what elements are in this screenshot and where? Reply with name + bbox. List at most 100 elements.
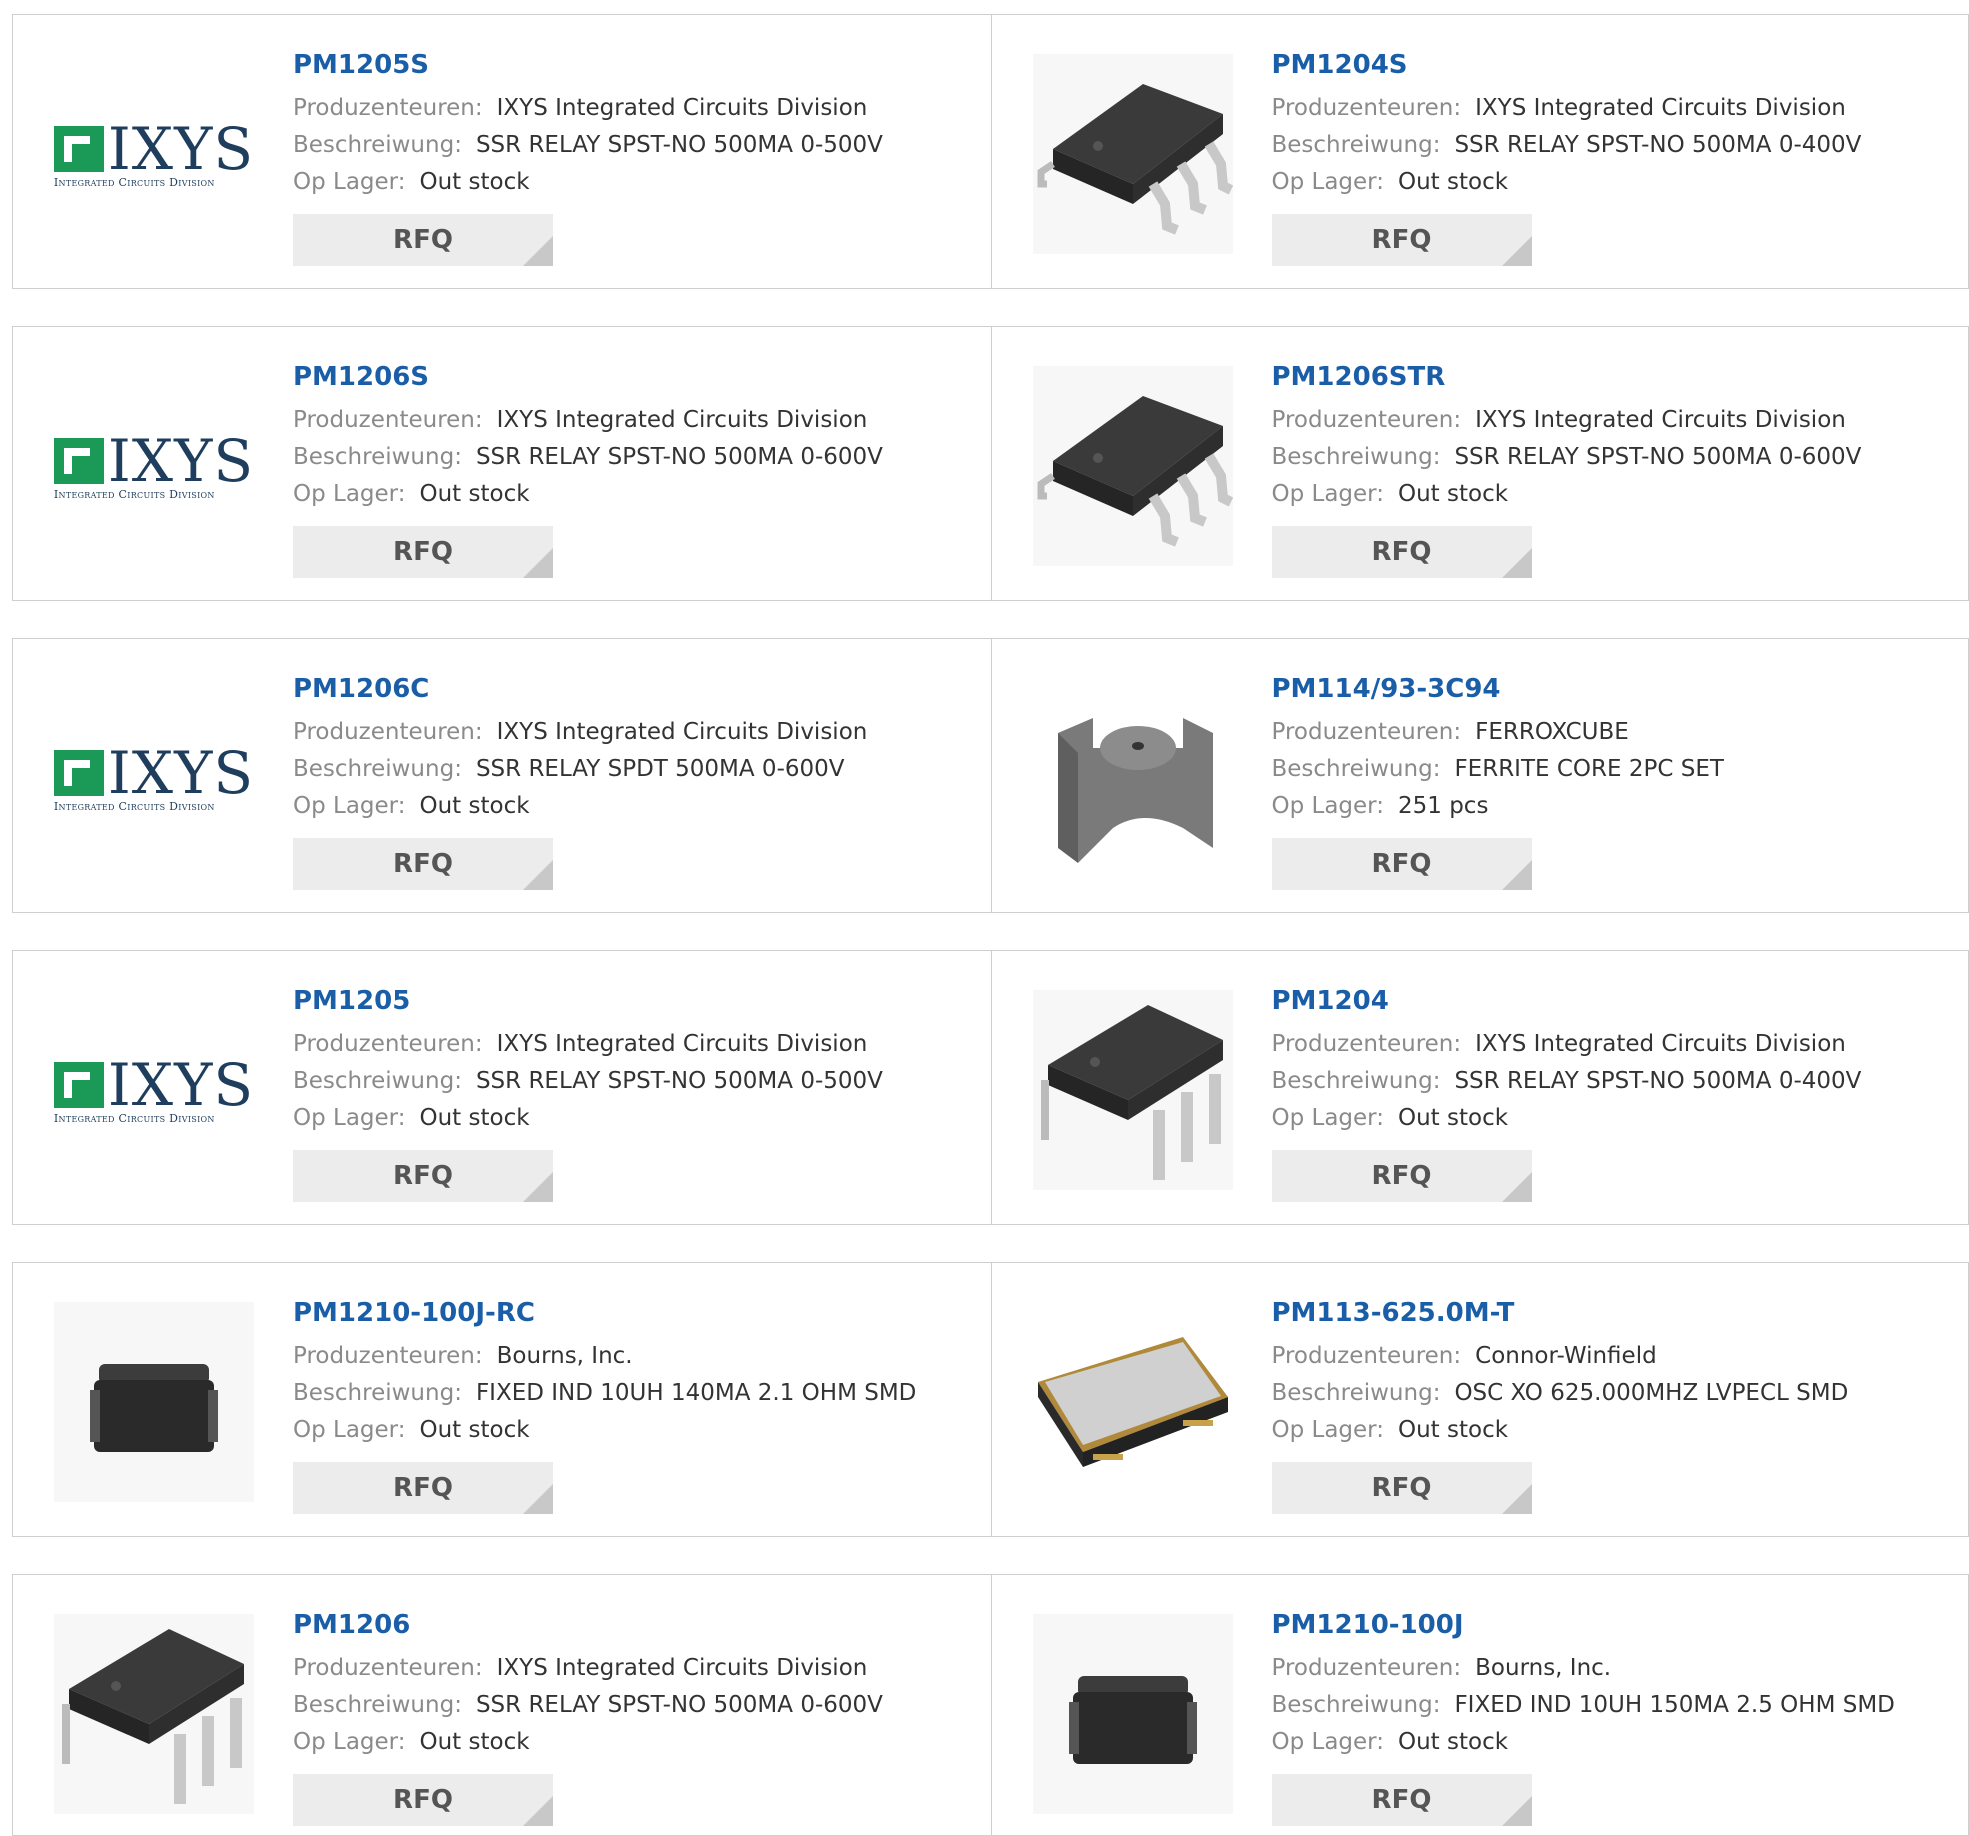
manufacturer-line: Produzenteuren: Connor-Winfield bbox=[1272, 1338, 1952, 1375]
manufacturer-line: Produzenteuren: IXYS Integrated Circuits … bbox=[1272, 402, 1952, 439]
description-label: Beschreiwung: bbox=[1271, 1692, 1441, 1718]
rfq-button[interactable]: RFQ bbox=[293, 1462, 553, 1514]
description-label: Beschreiwung: bbox=[1271, 1380, 1441, 1406]
description-line: Beschreiwung: FIXED IND 10UH 140MA 2.1 OH… bbox=[293, 1375, 973, 1412]
stock-label: Op Lager: bbox=[1271, 481, 1384, 507]
description-value: SSR RELAY SPST-NO 500MA 0-600V bbox=[475, 1692, 883, 1718]
product-card: IXYS Integrated Circuits Division PM1206S P… bbox=[13, 327, 991, 600]
description-line: Beschreiwung: SSR RELAY SPST-NO 500MA 0-6… bbox=[293, 1687, 973, 1724]
product-part-link[interactable]: PM1204 bbox=[1272, 981, 1952, 1021]
product-part-link[interactable]: PM1206C bbox=[293, 669, 973, 709]
stock-line: Op Lager: Out stock bbox=[1272, 476, 1952, 513]
product-image[interactable] bbox=[1032, 1302, 1234, 1505]
stock-value: Out stock bbox=[1397, 1105, 1509, 1131]
product-part-link[interactable]: PM1205S bbox=[293, 45, 973, 85]
stock-line: Op Lager: 251 pcs bbox=[1272, 788, 1952, 825]
rfq-button[interactable]: RFQ bbox=[1271, 1774, 1532, 1826]
manufacturer-label: Produzenteuren: bbox=[1271, 1343, 1462, 1369]
product-card: PM1210-100J Produzenteuren: Bourns, Inc. Be… bbox=[990, 1575, 1969, 1835]
rfq-button[interactable]: RFQ bbox=[1271, 1462, 1532, 1514]
description-value: SSR RELAY SPST-NO 500MA 0-600V bbox=[1454, 444, 1862, 470]
description-line: Beschreiwung: SSR RELAY SPST-NO 500MA 0-6… bbox=[1272, 439, 1952, 476]
rfq-button[interactable]: RFQ bbox=[293, 214, 553, 266]
product-image[interactable] bbox=[1032, 1614, 1234, 1818]
rfq-button[interactable]: RFQ bbox=[293, 526, 553, 578]
manufacturer-value: IXYS Integrated Circuits Division bbox=[496, 95, 868, 121]
description-value: FIXED IND 10UH 150MA 2.5 OHM SMD bbox=[1454, 1692, 1895, 1718]
stock-label: Op Lager: bbox=[293, 793, 406, 819]
product-image[interactable] bbox=[1032, 678, 1234, 882]
manufacturer-line: Produzenteuren: IXYS Integrated Circuits … bbox=[1272, 90, 1952, 127]
description-line: Beschreiwung: SSR RELAY SPDT 500MA 0-600V bbox=[293, 751, 973, 788]
rfq-button[interactable]: RFQ bbox=[1271, 1150, 1532, 1202]
ixys-logo-mark-icon bbox=[53, 1061, 104, 1108]
smd-inductor-icon bbox=[1032, 1614, 1233, 1818]
product-part-link[interactable]: PM1206S bbox=[293, 357, 973, 397]
description-value: SSR RELAY SPST-NO 500MA 0-500V bbox=[475, 1068, 883, 1094]
stock-label: Op Lager: bbox=[293, 1105, 406, 1131]
description-label: Beschreiwung: bbox=[293, 1692, 462, 1718]
product-info: PM1206S Produzenteuren: IXYS Integrated Ci… bbox=[293, 357, 973, 578]
description-line: Beschreiwung: SSR RELAY SPST-NO 500MA 0-5… bbox=[293, 127, 973, 164]
product-image[interactable]: IXYS Integrated Circuits Division bbox=[53, 55, 255, 257]
product-info: PM1210-100J-RC Produzenteuren: Bourns, Inc… bbox=[293, 1293, 973, 1514]
product-image[interactable] bbox=[1032, 366, 1234, 570]
product-part-link[interactable]: PM1205 bbox=[293, 981, 973, 1021]
smd-dip-chip-icon bbox=[1032, 366, 1233, 570]
manufacturer-line: Produzenteuren: Bourns, Inc. bbox=[1272, 1650, 1952, 1687]
ferrite-core-icon bbox=[1032, 678, 1233, 882]
rfq-button[interactable]: RFQ bbox=[293, 1150, 553, 1202]
manufacturer-value: Bourns, Inc. bbox=[496, 1343, 633, 1369]
product-row: IXYS Integrated Circuits Division PM1206S P… bbox=[12, 326, 1969, 601]
description-line: Beschreiwung: FIXED IND 10UH 150MA 2.5 OH… bbox=[1272, 1687, 1952, 1724]
product-image[interactable] bbox=[53, 1302, 255, 1505]
manufacturer-label: Produzenteuren: bbox=[1271, 719, 1462, 745]
product-image[interactable] bbox=[1032, 54, 1234, 257]
product-image[interactable] bbox=[1032, 990, 1234, 1193]
description-value: SSR RELAY SPST-NO 500MA 0-500V bbox=[475, 132, 883, 158]
description-label: Beschreiwung: bbox=[1271, 444, 1441, 470]
description-value: FIXED IND 10UH 140MA 2.1 OHM SMD bbox=[475, 1380, 917, 1406]
product-info: PM114/93-3C94 Produzenteuren: FERROXCUBE Be… bbox=[1271, 669, 1952, 890]
description-value: SSR RELAY SPDT 500MA 0-600V bbox=[475, 756, 845, 782]
rfq-button[interactable]: RFQ bbox=[1271, 838, 1532, 890]
product-part-link[interactable]: PM1206STR bbox=[1272, 357, 1952, 397]
rfq-button[interactable]: RFQ bbox=[1271, 526, 1532, 578]
manufacturer-value: FERROXCUBE bbox=[1475, 719, 1629, 745]
description-value: SSR RELAY SPST-NO 500MA 0-600V bbox=[475, 444, 883, 470]
manufacturer-line: Produzenteuren: FERROXCUBE bbox=[1272, 714, 1952, 751]
product-part-link[interactable]: PM1204S bbox=[1272, 45, 1952, 85]
product-card: PM1206STR Produzenteuren: IXYS Integrated … bbox=[990, 327, 1969, 600]
description-line: Beschreiwung: SSR RELAY SPST-NO 500MA 0-4… bbox=[1272, 1063, 1952, 1100]
product-part-link[interactable]: PM1206 bbox=[293, 1605, 973, 1645]
ixys-logo: IXYS Integrated Circuits Division bbox=[53, 738, 255, 813]
rfq-button[interactable]: RFQ bbox=[293, 838, 553, 890]
ixys-logo: IXYS Integrated Circuits Division bbox=[53, 426, 255, 501]
description-label: Beschreiwung: bbox=[293, 1068, 462, 1094]
description-label: Beschreiwung: bbox=[1271, 132, 1441, 158]
manufacturer-line: Produzenteuren: IXYS Integrated Circuits … bbox=[1272, 1026, 1952, 1063]
description-value: FERRITE CORE 2PC SET bbox=[1454, 756, 1724, 782]
stock-line: Op Lager: Out stock bbox=[1272, 1724, 1952, 1761]
product-part-link[interactable]: PM114/93-3C94 bbox=[1272, 669, 1952, 709]
manufacturer-value: IXYS Integrated Circuits Division bbox=[496, 719, 868, 745]
product-card: PM1204S Produzenteuren: IXYS Integrated Ci… bbox=[990, 15, 1969, 288]
product-image[interactable]: IXYS Integrated Circuits Division bbox=[53, 367, 255, 569]
product-image[interactable]: IXYS Integrated Circuits Division bbox=[53, 991, 255, 1193]
description-line: Beschreiwung: SSR RELAY SPST-NO 500MA 0-6… bbox=[293, 439, 973, 476]
product-part-link[interactable]: PM1210-100J bbox=[1272, 1605, 1952, 1645]
rfq-button[interactable]: RFQ bbox=[293, 1774, 553, 1826]
rfq-button[interactable]: RFQ bbox=[1271, 214, 1532, 266]
product-image[interactable]: IXYS Integrated Circuits Division bbox=[53, 679, 255, 881]
product-part-link[interactable]: PM113-625.0M-T bbox=[1272, 1293, 1952, 1333]
product-part-link[interactable]: PM1210-100J-RC bbox=[293, 1293, 973, 1333]
product-info: PM1206C Produzenteuren: IXYS Integrated Ci… bbox=[293, 669, 973, 890]
product-image[interactable] bbox=[53, 1614, 255, 1817]
product-info: PM1204S Produzenteuren: IXYS Integrated Ci… bbox=[1271, 45, 1952, 266]
stock-value: Out stock bbox=[419, 793, 530, 819]
product-card: PM1204 Produzenteuren: IXYS Integrated Cir… bbox=[990, 951, 1969, 1224]
manufacturer-label: Produzenteuren: bbox=[293, 1343, 483, 1369]
description-value: SSR RELAY SPST-NO 500MA 0-400V bbox=[1454, 132, 1862, 158]
manufacturer-line: Produzenteuren: IXYS Integrated Circuits … bbox=[293, 1026, 973, 1063]
manufacturer-value: IXYS Integrated Circuits Division bbox=[496, 407, 868, 433]
